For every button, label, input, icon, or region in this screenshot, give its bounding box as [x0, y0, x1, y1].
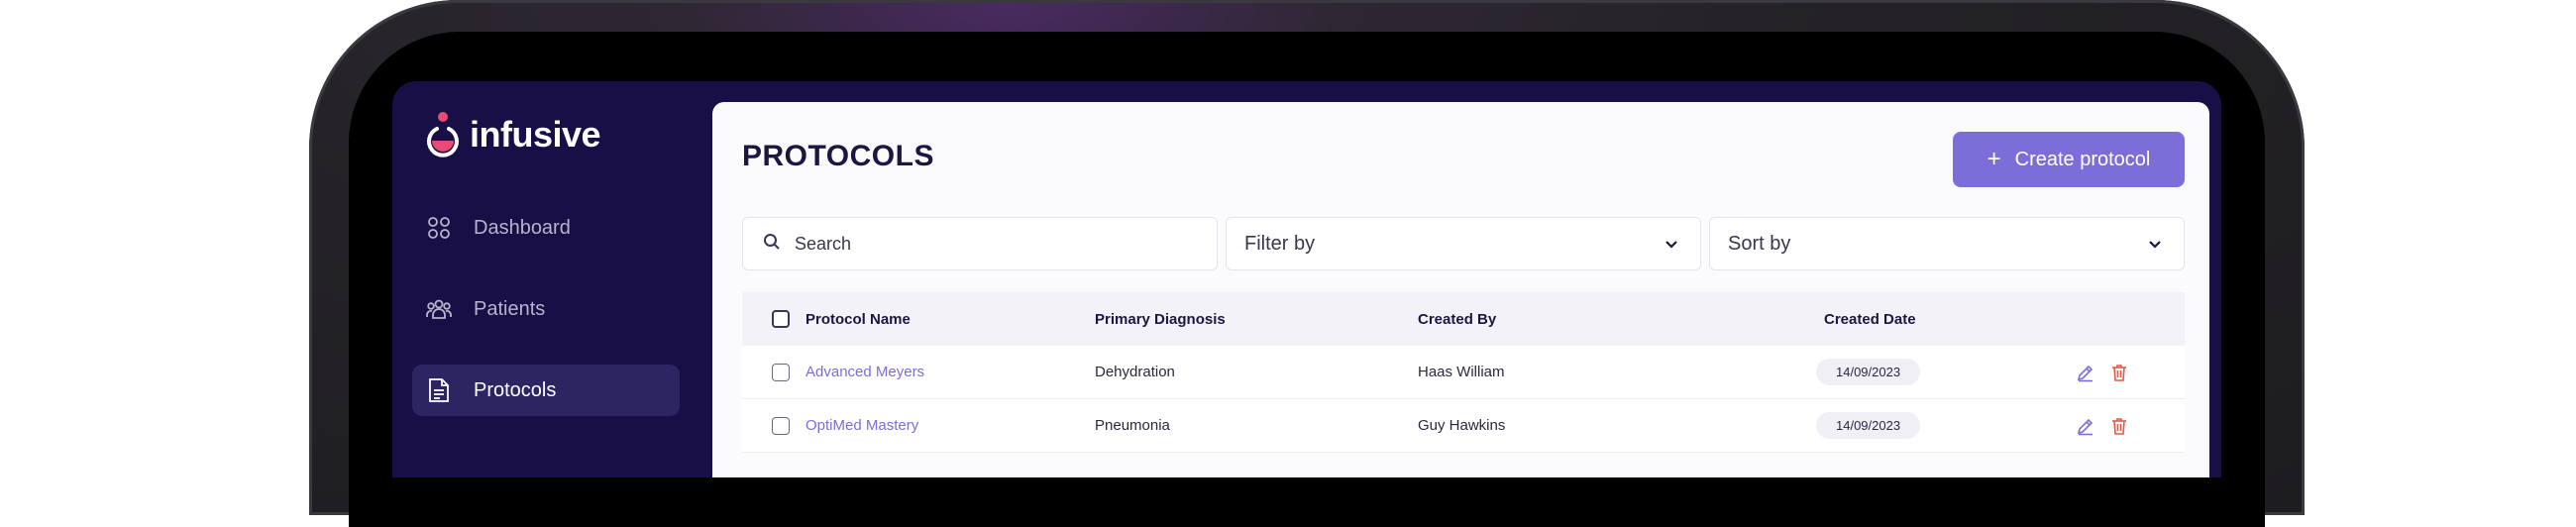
create-protocol-button[interactable]: + Create protocol	[1953, 132, 2185, 187]
sidebar-item-protocols[interactable]: Protocols	[412, 365, 680, 416]
column-header-created-date[interactable]: Created Date	[1824, 311, 2072, 328]
select-all-checkbox[interactable]	[772, 310, 790, 328]
sidebar-item-label: Protocols	[474, 378, 557, 401]
sidebar-item-patients[interactable]: Patients	[412, 283, 680, 335]
sidebar-item-label: Dashboard	[474, 216, 571, 239]
trash-icon[interactable]	[2109, 416, 2129, 436]
row-checkbox[interactable]	[772, 416, 790, 435]
sort-label: Sort by	[1728, 232, 1791, 255]
column-header-protocol-name[interactable]: Protocol Name	[805, 311, 1095, 328]
search-icon	[763, 233, 781, 256]
main-panel: PROTOCOLS + Create protocol Filter by	[712, 102, 2209, 477]
create-protocol-label: Create protocol	[2014, 148, 2151, 170]
app-logo[interactable]: infusive	[424, 109, 601, 160]
grid-icon	[426, 215, 452, 241]
table-header: Protocol Name Primary Diagnosis Created …	[742, 292, 2185, 346]
chevron-down-icon	[1664, 233, 1678, 256]
infusive-logo-icon	[424, 109, 462, 160]
page-title: PROTOCOLS	[742, 140, 934, 172]
users-icon	[426, 296, 452, 322]
edit-icon[interactable]	[2076, 363, 2095, 382]
table-row[interactable]: OptiMed Mastery Pneumonia Guy Hawkins 14…	[742, 399, 2185, 453]
search-box[interactable]	[742, 217, 1218, 270]
protocol-name-link[interactable]: Advanced Meyers	[805, 364, 924, 380]
column-header-primary-diagnosis[interactable]: Primary Diagnosis	[1095, 311, 1418, 328]
search-input[interactable]	[793, 232, 1189, 256]
protocols-table: Protocol Name Primary Diagnosis Created …	[742, 292, 2185, 453]
edit-icon[interactable]	[2076, 416, 2095, 436]
row-checkbox[interactable]	[772, 363, 790, 381]
sort-dropdown[interactable]: Sort by	[1709, 217, 2185, 270]
column-header-created-by[interactable]: Created By	[1418, 311, 1824, 328]
trash-icon[interactable]	[2109, 363, 2129, 382]
created-by-cell: Guy Hawkins	[1418, 417, 1506, 434]
table-row[interactable]: Advanced Meyers Dehydration Haas William…	[742, 346, 2185, 399]
created-date-badge: 14/09/2023	[1816, 359, 1921, 385]
primary-diagnosis-cell: Pneumonia	[1095, 417, 1170, 434]
filter-label: Filter by	[1244, 232, 1316, 255]
protocol-name-link[interactable]: OptiMed Mastery	[805, 417, 918, 434]
sidebar: infusive Dashboard Patients Protocols	[392, 81, 699, 477]
sidebar-nav: Dashboard Patients Protocols	[412, 202, 680, 446]
document-icon	[426, 377, 452, 403]
created-by-cell: Haas William	[1418, 364, 1505, 380]
app-name: infusive	[470, 114, 601, 155]
device-screen-holder: infusive Dashboard Patients Protocols PR…	[309, 0, 2305, 515]
primary-diagnosis-cell: Dehydration	[1095, 364, 1175, 380]
app-screen: infusive Dashboard Patients Protocols PR…	[392, 81, 2221, 477]
plus-icon: +	[1986, 146, 2001, 172]
chevron-down-icon	[2148, 233, 2162, 256]
filter-dropdown[interactable]: Filter by	[1226, 217, 1701, 270]
sidebar-item-label: Patients	[474, 297, 546, 320]
sidebar-item-dashboard[interactable]: Dashboard	[412, 202, 680, 254]
